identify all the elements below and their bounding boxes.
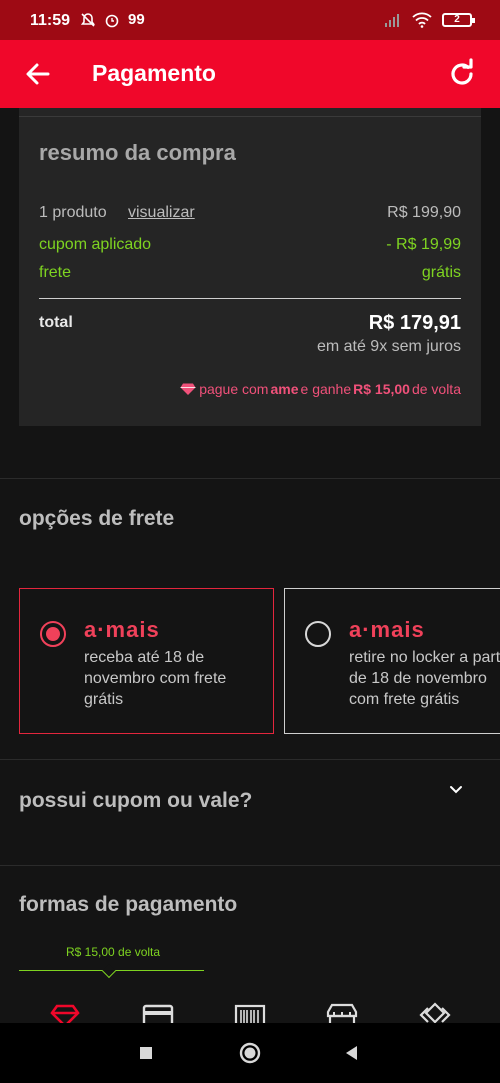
status-bar: 11:59 99 2 [0,0,500,40]
divider [0,865,500,866]
chevron-down-icon[interactable] [448,784,464,796]
divider [0,759,500,760]
boleto-barcode-icon[interactable] [233,1000,267,1023]
amais-logo: a·mais [84,617,160,642]
divider [39,298,461,299]
battery-icon: 2 [442,13,475,27]
shipping-option-locker[interactable]: a·mais retire no locker a partir de 18 d… [284,588,500,734]
radio-unselected[interactable] [305,621,331,647]
page-title: Pagamento [92,60,216,86]
payment-methods-title: formas de pagamento [19,893,238,916]
total-label: total [39,314,73,331]
products-label: 1 produto [39,204,107,221]
amais-logo: a·mais [349,617,425,642]
shipping-label: frete [39,264,72,281]
coupon-section-title[interactable]: possui cupom ou vale? [19,789,252,813]
order-summary-card: resumo da compra 1 produto visualizar R$… [19,108,481,426]
summary-heading: resumo da compra [39,140,236,165]
alarm-icon [105,14,119,27]
radio-selected[interactable] [40,621,66,647]
back-button-icon[interactable] [340,1041,364,1065]
installments-text: em até 9x sem juros [316,338,461,355]
shipping-value: grátis [421,264,461,281]
signal-icon [385,14,399,27]
back-arrow-icon[interactable] [24,60,52,88]
coupon-label: cupom aplicado [39,236,152,253]
mute-notification-icon [80,12,96,27]
coupon-value: - R$ 19,99 [386,236,461,253]
divider [0,478,500,479]
recents-button-icon[interactable] [134,1041,158,1065]
credit-card-icon[interactable] [141,1000,175,1023]
total-value: R$ 179,91 [368,312,461,334]
ame-promo: pague com ame e ganhe R$ 15,00 de volta [179,381,461,397]
home-button-icon[interactable] [238,1041,262,1065]
products-value: R$ 199,90 [387,204,461,221]
pix-icon[interactable] [418,1000,452,1023]
shipping-option-delivery[interactable]: a·mais receba até 18 de novembro com fre… [19,588,274,734]
store-icon[interactable] [325,1000,359,1023]
notification-count: 99 [128,11,145,28]
wifi-icon [412,12,432,28]
status-time: 11:59 [30,12,71,29]
shipping-options-title: opções de frete [19,507,175,530]
shipping-option-description: retire no locker a partir de 18 de novem… [349,649,500,708]
view-products-link[interactable]: visualizar [128,204,195,222]
payment-methods-tabs [0,996,500,1023]
app-bar: Pagamento [0,40,500,108]
ame-icon[interactable] [48,1000,82,1023]
ame-heart-icon [180,383,196,395]
shipping-option-description: receba até 18 de novembro com frete grát… [84,649,227,708]
cashback-label: R$ 15,00 de volta [66,945,161,959]
refresh-icon[interactable] [446,58,478,90]
system-navigation-bar [0,1023,500,1083]
